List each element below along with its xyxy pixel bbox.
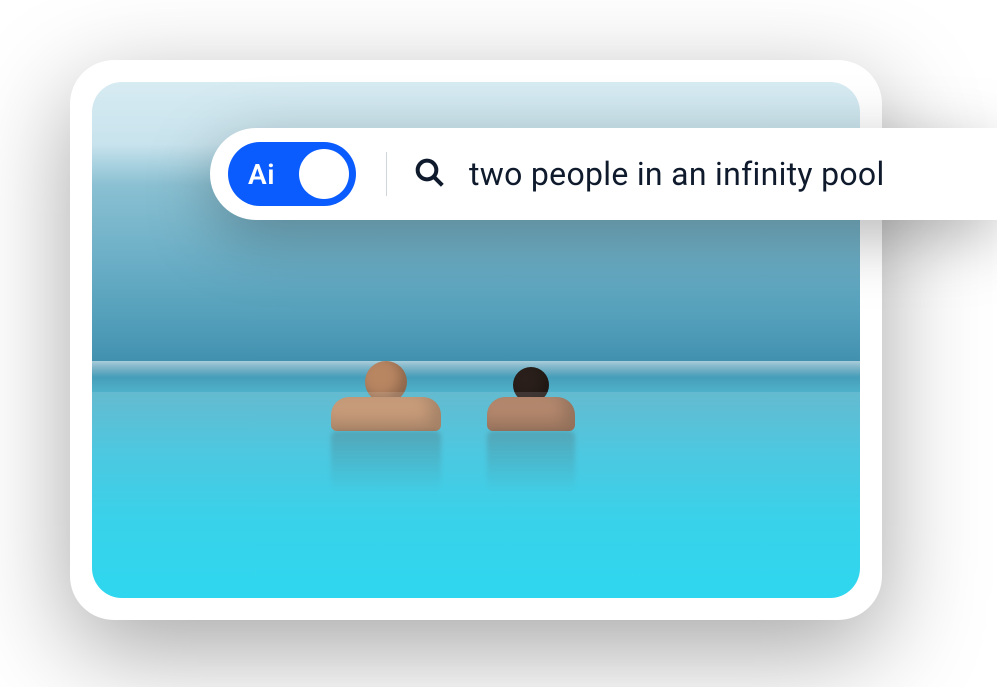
ai-toggle[interactable]: Ai bbox=[228, 142, 356, 206]
hero-figures bbox=[338, 319, 676, 474]
search-bar: Ai bbox=[210, 128, 997, 220]
person-left bbox=[365, 361, 441, 431]
search-icon bbox=[413, 156, 445, 192]
ai-toggle-knob bbox=[299, 149, 349, 199]
ai-toggle-label: Ai bbox=[248, 158, 275, 191]
search-divider bbox=[386, 152, 387, 196]
person-right bbox=[513, 367, 575, 431]
search-input[interactable] bbox=[469, 155, 989, 193]
